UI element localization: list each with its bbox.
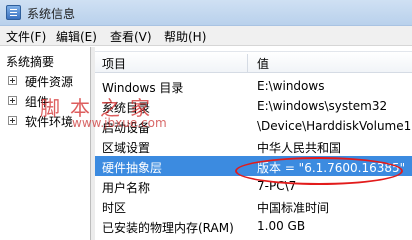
menu-bar: 文件(F) 编辑(E) 查看(V) 帮助(H) xyxy=(0,26,412,46)
expand-plus-icon[interactable] xyxy=(8,96,17,105)
cell-item: 区域设置 xyxy=(102,141,151,155)
table-row[interactable]: 区域设置 中华人民共和国 xyxy=(95,136,412,156)
menu-help[interactable]: 帮助(H) xyxy=(164,28,206,45)
window-title: 系统信息 xyxy=(27,7,76,21)
details-list: 项目 值 Windows 目录 E:\windows 系统目录 E:\windo… xyxy=(95,47,412,240)
cell-item: 用户名称 xyxy=(102,181,151,195)
cell-item: 硬件抽象层 xyxy=(102,161,163,175)
column-divider[interactable] xyxy=(247,54,248,72)
menu-edit[interactable]: 编辑(E) xyxy=(56,28,97,45)
table-row[interactable]: 已安装的物理内存(RAM) 1.00 GB xyxy=(95,216,412,236)
cell-value: 1.00 GB xyxy=(257,219,306,233)
column-header-item[interactable]: 项目 xyxy=(102,55,126,72)
cell-value: E:\windows xyxy=(257,79,325,93)
watermark-url: www.jbxue.com xyxy=(72,116,167,130)
system-info-app-icon xyxy=(6,5,21,20)
column-header-value[interactable]: 值 xyxy=(257,55,269,72)
cell-value: 中华人民共和国 xyxy=(257,141,342,155)
tree-item-system-summary[interactable]: 系统摘要 xyxy=(6,53,54,70)
menu-file[interactable]: 文件(F) xyxy=(6,28,46,45)
tree-item-label: 硬件资源 xyxy=(25,75,74,89)
title-bar: 系统信息 xyxy=(0,0,412,26)
cell-value: 中国标准时间 xyxy=(257,201,330,215)
cell-item: 已安装的物理内存(RAM) xyxy=(102,221,234,235)
table-row[interactable]: 时区 中国标准时间 xyxy=(95,196,412,216)
menu-view[interactable]: 查看(V) xyxy=(110,28,152,45)
column-header-row: 项目 值 xyxy=(95,51,412,73)
cell-value: E:\windows\system32 xyxy=(257,99,388,113)
expand-plus-icon[interactable] xyxy=(8,116,17,125)
cell-value: \Device\HarddiskVolume1 xyxy=(257,119,412,133)
expand-plus-icon[interactable] xyxy=(8,76,17,85)
navigation-tree: 系统摘要 硬件资源 组件 软件环境 xyxy=(0,47,91,240)
red-annotation-ellipse xyxy=(235,157,403,185)
cell-item: 时区 xyxy=(102,201,127,215)
